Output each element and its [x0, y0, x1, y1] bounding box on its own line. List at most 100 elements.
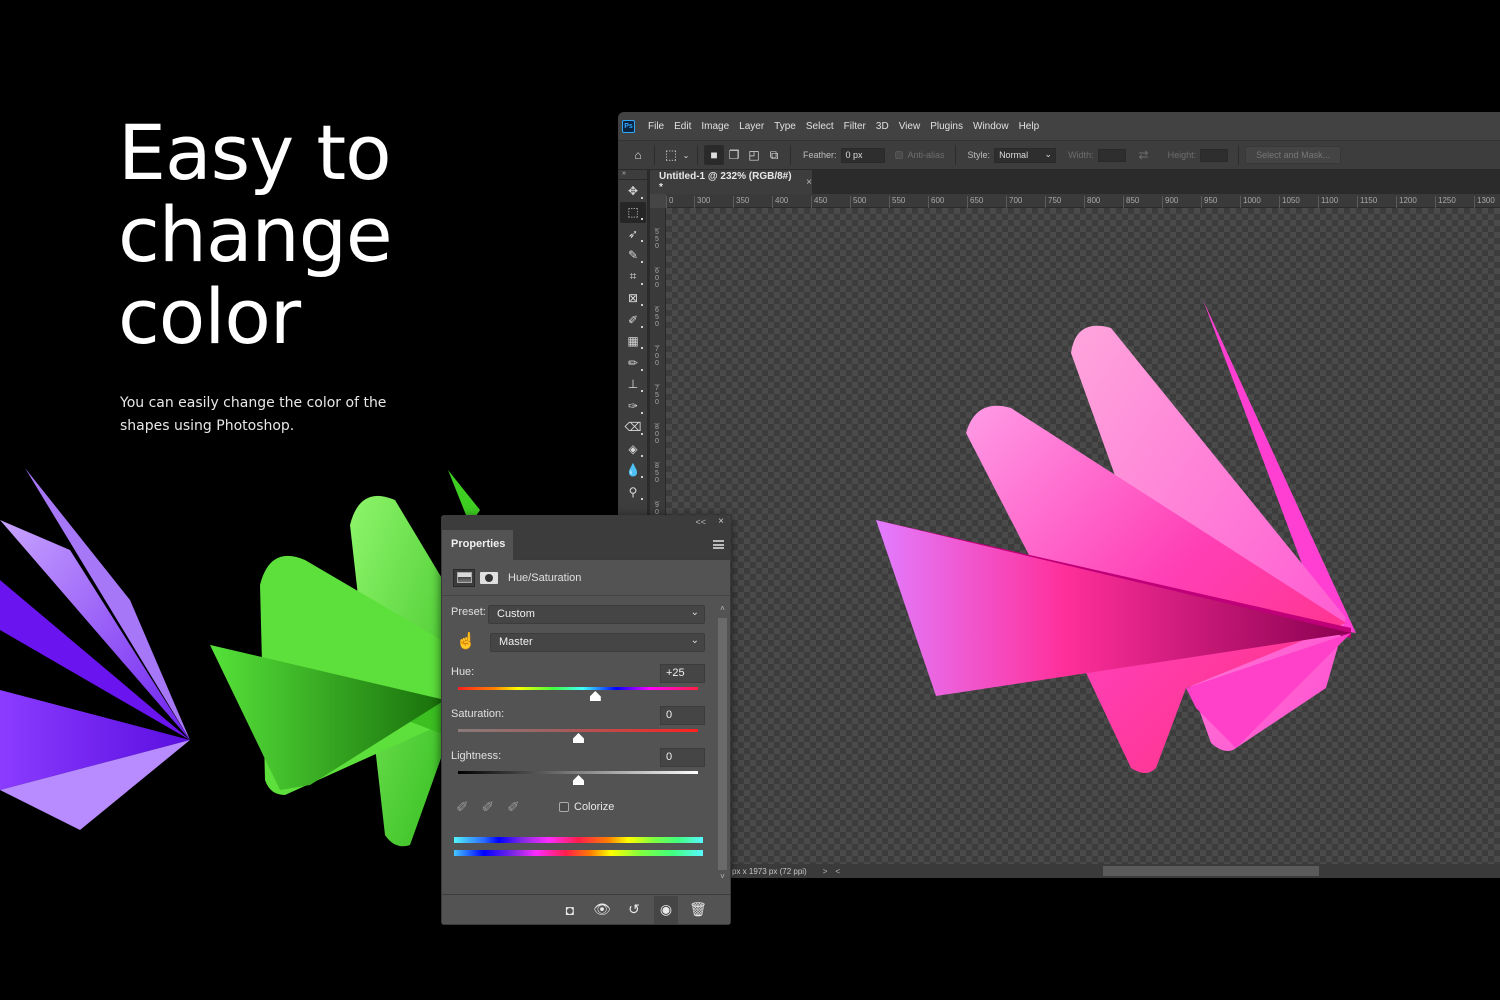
menu-select[interactable]: Select — [801, 121, 839, 132]
document-tab[interactable]: Untitled-1 @ 232% (RGB/8#) * × — [650, 170, 812, 194]
add-to-selection-icon[interactable]: ❐ — [724, 145, 744, 165]
menu-type[interactable]: Type — [769, 121, 801, 132]
width-label: Width: — [1068, 150, 1094, 160]
move-tool-icon[interactable]: ✥ — [620, 180, 646, 202]
ruler-tick-label: 900 — [1162, 196, 1178, 208]
clip-to-layer-icon[interactable]: ◘ — [558, 896, 582, 924]
select-and-mask-button[interactable]: Select and Mask... — [1245, 146, 1342, 164]
view-previous-state-icon[interactable]: 👁 — [590, 896, 614, 924]
frame-tool-icon[interactable]: ⊠ — [620, 288, 646, 310]
style-value: Normal — [999, 149, 1029, 160]
menu-bar: Ps File Edit Image Layer Type Select Fil… — [618, 112, 1500, 140]
tab-properties[interactable]: Properties — [442, 530, 513, 560]
collapse-panel-icon[interactable]: << — [695, 517, 706, 527]
scroll-down-icon[interactable]: ˅ — [718, 872, 727, 884]
subtract-from-selection-icon[interactable]: ◰ — [744, 145, 764, 165]
menu-plugins[interactable]: Plugins — [925, 121, 968, 132]
menu-view[interactable]: View — [894, 121, 926, 132]
crop-tool-icon[interactable]: ⌗ — [620, 266, 646, 288]
document-tab-title: Untitled-1 @ 232% (RGB/8#) * — [659, 171, 792, 193]
ruler-tick-label: 300 — [694, 196, 710, 208]
quick-selection-tool-icon[interactable]: ✎ — [620, 245, 646, 267]
panel-menu-icon[interactable] — [713, 540, 724, 549]
colorize-option[interactable]: Colorize — [559, 801, 614, 813]
menu-window[interactable]: Window — [968, 121, 1014, 132]
style-select[interactable]: Normal ⌄ — [994, 147, 1057, 163]
status-next-icon[interactable]: > — [823, 867, 828, 876]
clone-stamp-tool-icon[interactable]: ⊥ — [620, 374, 646, 396]
hue-slider-thumb[interactable] — [589, 691, 601, 701]
ruler-tick-label: 850 — [654, 462, 660, 484]
saturation-input[interactable]: 0 — [660, 706, 705, 725]
ruler-tick-label: 350 — [733, 196, 749, 208]
marquee-tool-icon[interactable]: ⬚ — [620, 201, 646, 223]
close-panel-icon[interactable]: × — [718, 516, 724, 527]
saturation-slider-track[interactable] — [458, 729, 698, 732]
close-tab-icon[interactable]: × — [806, 177, 812, 188]
delete-icon[interactable]: 🗑 — [686, 896, 710, 924]
history-brush-tool-icon[interactable]: ✑ — [620, 395, 646, 417]
collapse-toolbar-icon[interactable]: » — [618, 170, 647, 180]
eyedropper-add-icon[interactable]: ✐ — [482, 798, 495, 816]
healing-brush-tool-icon[interactable]: ▦ — [620, 331, 646, 353]
eraser-tool-icon[interactable]: ⌫ — [620, 417, 646, 439]
eyedropper-group: ✐ ✐ ✐ — [456, 798, 520, 816]
chevron-down-icon: ⌄ — [690, 607, 699, 618]
eyedropper-icon[interactable]: ✐ — [456, 798, 469, 816]
ruler-tick-label: 1200 — [1396, 196, 1417, 208]
menu-image[interactable]: Image — [696, 121, 734, 132]
scroll-up-icon[interactable]: ˄ — [718, 604, 727, 616]
menu-layer[interactable]: Layer — [734, 121, 769, 132]
home-icon[interactable]: ⌂ — [628, 145, 648, 165]
menu-edit[interactable]: Edit — [669, 121, 696, 132]
toggle-visibility-icon[interactable]: ◉ — [654, 895, 678, 924]
saturation-slider-thumb[interactable] — [573, 733, 584, 743]
anti-alias-checkbox[interactable] — [894, 151, 903, 159]
ruler-origin[interactable] — [650, 194, 666, 208]
headline-line-3: color — [118, 272, 301, 361]
width-input[interactable] — [1097, 148, 1126, 162]
output-color-spectrum[interactable] — [454, 850, 703, 856]
marquee-preset-icon[interactable]: ⬚ — [661, 145, 681, 165]
hue-input[interactable]: +25 — [660, 664, 705, 683]
lightness-input[interactable]: 0 — [660, 748, 705, 767]
channel-select[interactable]: Master ⌄ — [490, 633, 705, 652]
hue-slider-track[interactable] — [458, 687, 698, 690]
input-color-spectrum — [454, 837, 703, 843]
eyedropper-subtract-icon[interactable]: ✐ — [507, 798, 520, 816]
lasso-tool-icon[interactable]: ➶ — [620, 223, 646, 245]
ruler-tick-label: 400 — [772, 196, 788, 208]
menu-filter[interactable]: Filter — [839, 121, 871, 132]
panel-scrollbar[interactable]: ˄ ˅ — [718, 604, 727, 894]
colorize-checkbox[interactable] — [559, 802, 569, 812]
adjustment-layer-icon[interactable] — [453, 568, 475, 587]
menu-help[interactable]: Help — [1014, 121, 1045, 132]
preset-select[interactable]: Custom ⌄ — [488, 605, 705, 624]
feather-input[interactable]: 0 px — [840, 147, 885, 163]
ruler-tick-label: 500 — [850, 196, 866, 208]
swap-icon[interactable]: ⇄ — [1134, 145, 1154, 165]
paint-bucket-tool-icon[interactable]: ◈ — [620, 438, 646, 460]
new-selection-icon[interactable]: ■ — [704, 145, 724, 165]
reset-icon[interactable]: ↺ — [622, 896, 646, 924]
horizontal-scrollbar[interactable] — [1103, 866, 1319, 876]
brush-tool-icon[interactable]: ✏ — [620, 352, 646, 374]
horizontal-ruler[interactable]: 0 300 350 400 450 500 550 600 650 700 750 800 850 900… — [666, 194, 1500, 208]
document-canvas[interactable] — [666, 208, 1500, 864]
intersect-selection-icon[interactable]: ⧉ — [764, 145, 784, 165]
lightness-slider-track[interactable] — [458, 771, 698, 774]
targeted-adjustment-hand-icon[interactable]: ☝ — [456, 631, 476, 651]
height-input[interactable] — [1200, 148, 1229, 162]
scroll-left-icon[interactable]: < — [835, 867, 840, 876]
scroll-thumb[interactable] — [718, 618, 727, 870]
blur-tool-icon[interactable]: 💧 — [620, 460, 646, 482]
ruler-tick-label: 1000 — [1240, 196, 1261, 208]
menu-3d[interactable]: 3D — [871, 121, 894, 132]
layer-mask-icon[interactable] — [480, 571, 498, 584]
menu-file[interactable]: File — [643, 121, 669, 132]
lightness-slider-thumb[interactable] — [573, 775, 584, 785]
headline: Easy to change color — [118, 112, 478, 358]
chevron-down-icon[interactable]: ⌄ — [681, 145, 691, 165]
dodge-tool-icon[interactable]: ⚲ — [620, 481, 646, 503]
eyedropper-tool-icon[interactable]: ✐ — [620, 309, 646, 331]
